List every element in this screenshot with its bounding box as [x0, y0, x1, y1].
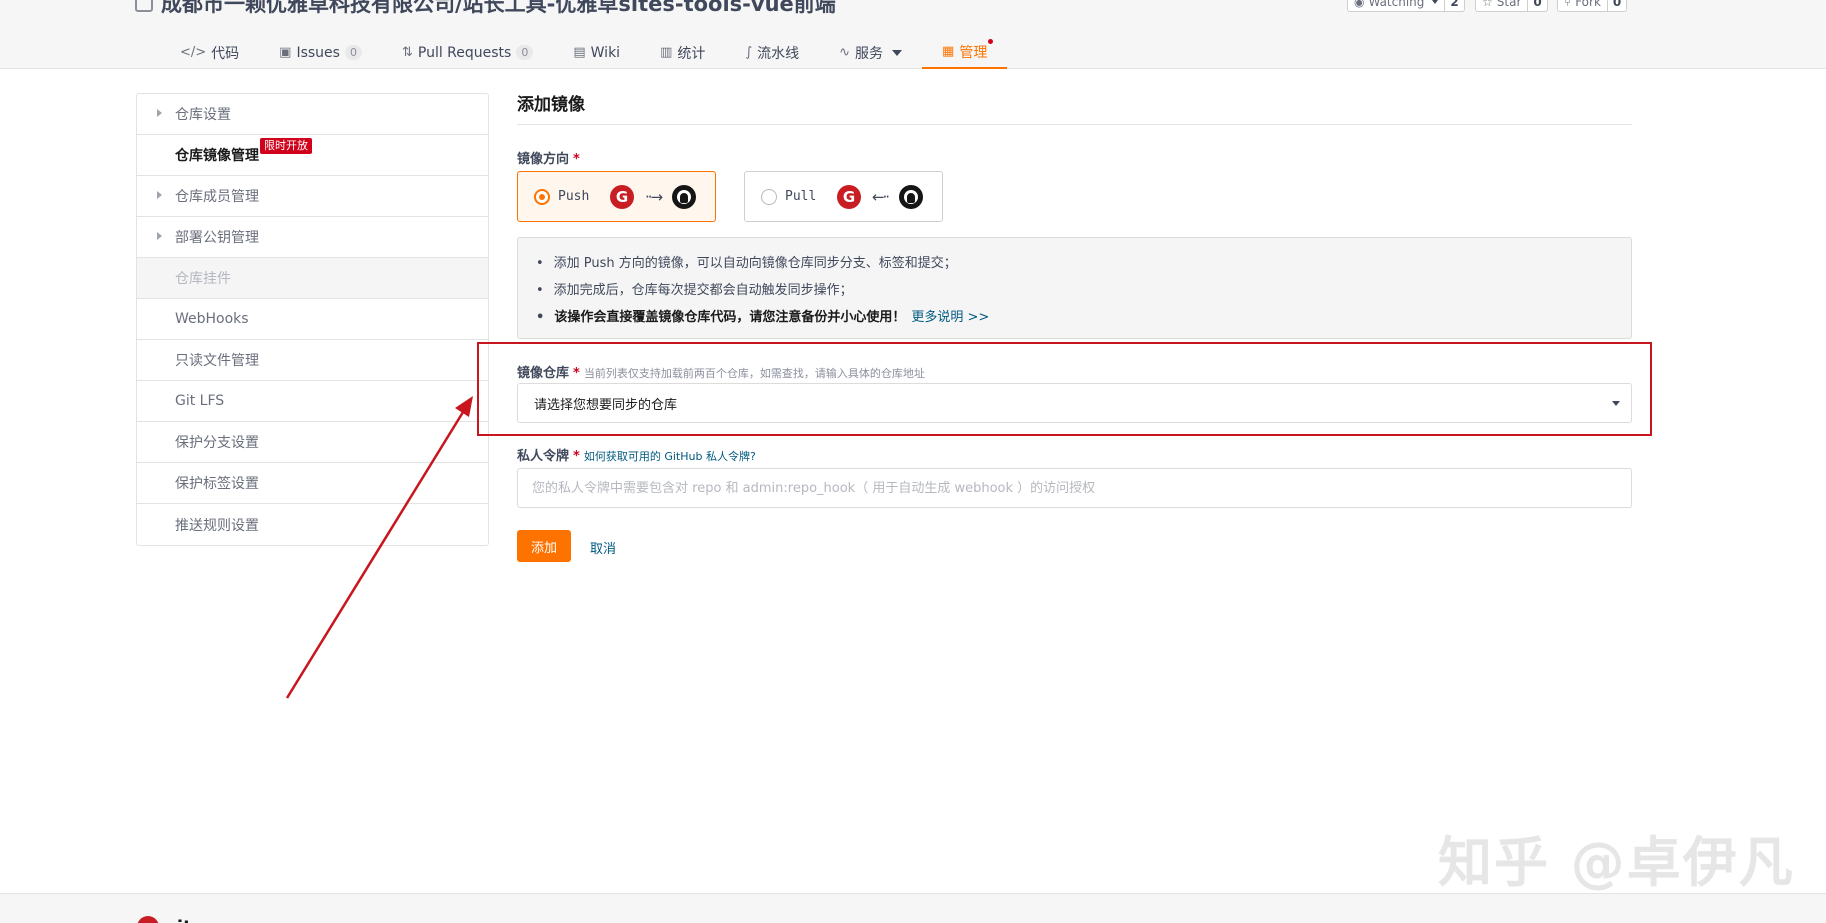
pull-label: Pull [785, 189, 817, 204]
token-label: 私人令牌 * 如何获取可用的 GitHub 私人令牌? [517, 448, 756, 464]
star-count[interactable]: 0 [1528, 0, 1548, 12]
star-icon: ☆ [1482, 0, 1493, 9]
repo-tabs: </> 代码 ▣ Issues 0 ⇅ Pull Requests 0 ▤ Wi… [160, 36, 1008, 69]
push-direction-option[interactable]: Push G ··→ [517, 171, 716, 222]
repo-title-text: 成都市一颗优雅草科技有限公司/站长工具-优雅草sites-tools-vue前端 [161, 0, 836, 16]
sidebar-item-protected-tags[interactable]: 保护标签设置 [137, 463, 488, 504]
footer-logo: gitee [137, 916, 216, 923]
watermark: 知乎 @卓伊凡 [1438, 831, 1795, 894]
fork-control[interactable]: ⑂ Fork 0 [1557, 0, 1628, 12]
fork-count[interactable]: 0 [1607, 0, 1628, 12]
required-mark: * [573, 449, 580, 464]
sidebar-item-readonly-files[interactable]: 只读文件管理 [137, 340, 488, 381]
stats-icon: ▥ [660, 45, 673, 60]
gitee-logo-icon: G [610, 184, 634, 209]
pull-radio[interactable] [761, 188, 777, 205]
page-title: 添加镜像 [517, 90, 1632, 125]
sidebar-item-protected-branches[interactable]: 保护分支设置 [137, 422, 488, 463]
star-control[interactable]: ☆ Star 0 [1475, 0, 1548, 12]
caret-right-icon [157, 191, 162, 199]
chevron-down-icon [892, 49, 903, 56]
pull-requests-count-badge: 0 [516, 45, 534, 60]
direction-label: 镜像方向 * [517, 152, 580, 167]
pull-request-icon: ⇅ [401, 45, 413, 60]
sidebar-item-deploy-keys[interactable]: 部署公钥管理 [137, 217, 488, 258]
token-help-link[interactable]: 如何获取可用的 GitHub 私人令牌? [584, 448, 756, 464]
watch-count[interactable]: 2 [1445, 0, 1465, 12]
sidebar-item-members[interactable]: 仓库成员管理 [137, 176, 488, 217]
caret-right-icon [157, 232, 162, 240]
settings-sidebar: 仓库设置 仓库镜像管理 限时开放 仓库成员管理 部署公钥管理 仓库挂件 WebH… [136, 93, 489, 546]
watch-button[interactable]: ◉ Watching [1347, 0, 1446, 12]
pipeline-icon: ∫ [745, 45, 753, 60]
sidebar-item-widgets: 仓库挂件 [137, 258, 488, 299]
tab-code[interactable]: </> 代码 [160, 36, 259, 69]
limited-time-badge: 限时开放 [260, 138, 312, 154]
arrow-left-icon: ←·· [871, 187, 890, 206]
repo-header: 成都市一颗优雅草科技有限公司/站长工具-优雅草sites-tools-vue前端… [0, 0, 1826, 69]
wiki-icon: ▤ [573, 45, 586, 60]
gitee-logo-icon [137, 916, 159, 923]
star-button[interactable]: ☆ Star [1475, 0, 1529, 12]
sidebar-item-mirror-management[interactable]: 仓库镜像管理 限时开放 [137, 135, 488, 176]
tab-service[interactable]: ∿ 服务 [819, 36, 922, 69]
chevron-down-icon [1432, 0, 1439, 4]
sidebar-item-webhooks[interactable]: WebHooks [137, 299, 488, 340]
push-radio[interactable] [534, 188, 550, 205]
add-mirror-form: 添加镜像 镜像方向* Push G ··→ Pull G ←·· 添加 Push… [517, 90, 1632, 562]
eye-icon: ◉ [1354, 0, 1365, 9]
required-mark: * [573, 152, 580, 167]
add-button[interactable]: 添加 [517, 530, 571, 562]
service-icon: ∿ [839, 45, 851, 60]
arrow-right-icon: ··→ [644, 187, 663, 206]
sidebar-item-push-rules[interactable]: 推送规则设置 [137, 504, 488, 545]
tab-wiki[interactable]: ▤ Wiki [553, 36, 640, 69]
manage-icon: ▦ [942, 44, 955, 59]
tab-pipeline[interactable]: ∫ 流水线 [725, 36, 819, 69]
footer: gitee [0, 893, 1826, 923]
tab-issues[interactable]: ▣ Issues 0 [259, 36, 382, 69]
push-label: Push [558, 189, 590, 204]
tab-manage[interactable]: ▦ 管理 [922, 36, 1008, 69]
pull-direction-option[interactable]: Pull G ←·· [744, 171, 943, 222]
caret-right-icon [157, 109, 162, 117]
info-item-warning: 该操作会直接覆盖镜像仓库代码，请您注意备份并小心使用！更多说明 >> [536, 304, 1613, 331]
sidebar-item-git-lfs[interactable]: Git LFS [137, 381, 488, 422]
mirror-info-box: 添加 Push 方向的镜像，可以自动向镜像仓库同步分支、标签和提交； 添加完成后… [517, 237, 1632, 339]
github-logo-icon [672, 184, 696, 209]
issues-count-badge: 0 [344, 45, 362, 60]
info-item: 添加完成后，仓库每次提交都会自动触发同步操作； [536, 277, 1613, 304]
info-item: 添加 Push 方向的镜像，可以自动向镜像仓库同步分支、标签和提交； [536, 250, 1613, 277]
tab-pull-requests[interactable]: ⇅ Pull Requests 0 [382, 36, 553, 69]
token-input[interactable] [517, 468, 1632, 508]
more-info-link[interactable]: 更多说明 >> [911, 310, 989, 325]
issues-icon: ▣ [279, 45, 292, 60]
repo-title[interactable]: 成都市一颗优雅草科技有限公司/站长工具-优雅草sites-tools-vue前端 [135, 0, 836, 18]
fork-button[interactable]: ⑂ Fork [1557, 0, 1608, 12]
fork-icon: ⑂ [1564, 0, 1572, 9]
tab-stats[interactable]: ▥ 统计 [640, 36, 725, 69]
watch-control[interactable]: ◉ Watching 2 [1347, 0, 1465, 12]
cancel-button[interactable]: 取消 [590, 538, 616, 557]
code-icon: </> [180, 45, 207, 60]
github-logo-icon [899, 184, 923, 209]
notification-dot [988, 39, 994, 44]
annotation-highlight-box [477, 342, 1652, 436]
repo-icon [135, 0, 153, 12]
gitee-logo-icon: G [837, 184, 861, 209]
sidebar-item-repo-settings[interactable]: 仓库设置 [137, 94, 488, 135]
